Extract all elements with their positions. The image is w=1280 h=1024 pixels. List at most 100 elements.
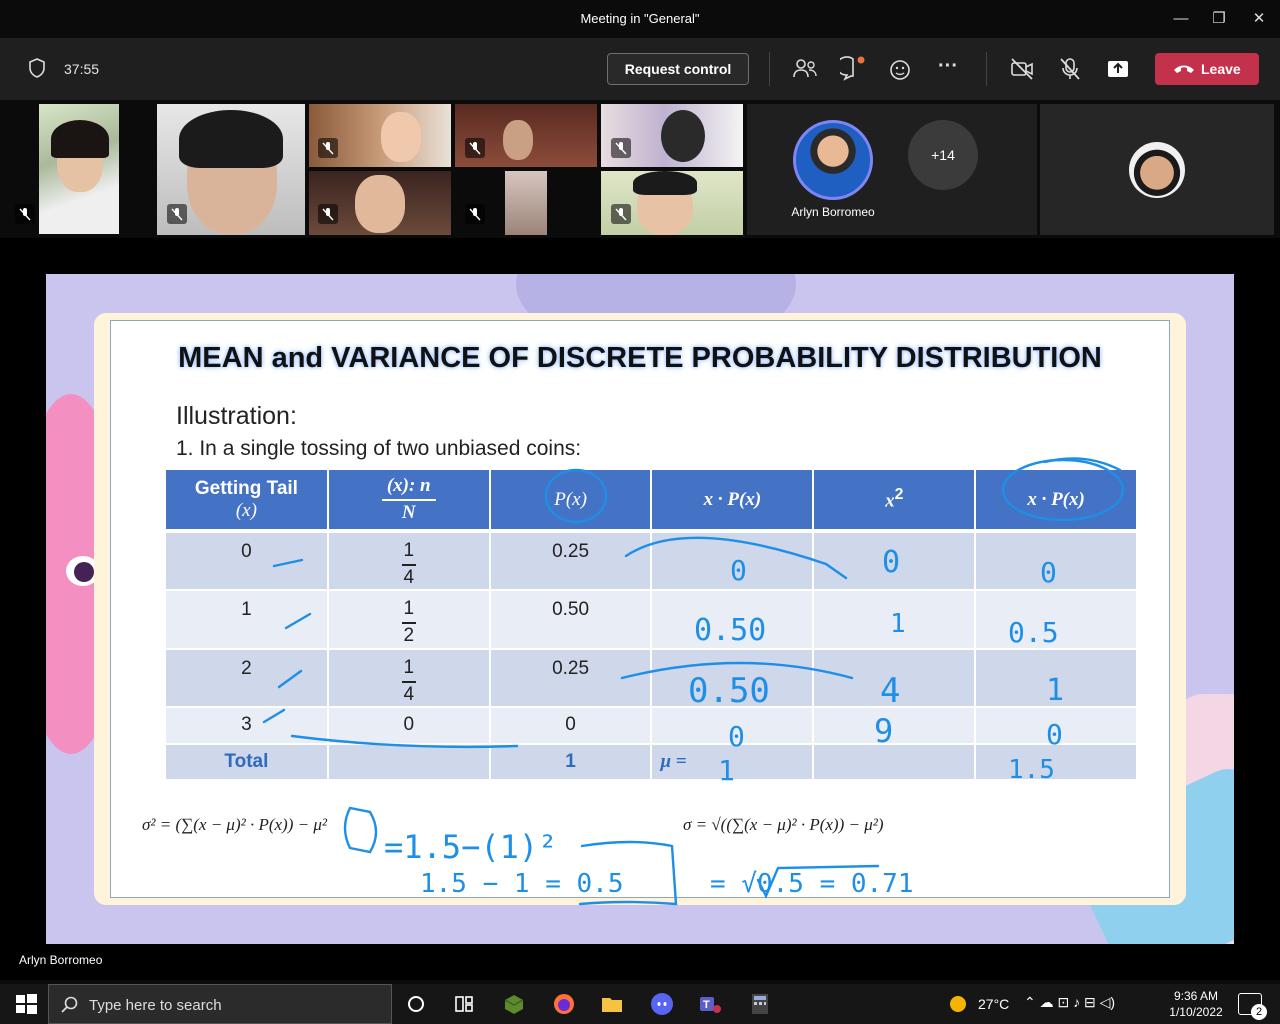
std-dev-formula: σ = √((∑(x − μ)² · P(x)) − μ²) — [683, 815, 884, 834]
total-label: Total — [166, 743, 329, 779]
probability-table: Getting Tail (x) (x): nN P(x) x · P(x) x2… — [166, 470, 1138, 779]
restore-icon[interactable]: ❐ — [1208, 9, 1230, 29]
muted-mic-icon — [465, 204, 485, 224]
muted-mic-icon — [318, 204, 338, 224]
meeting-toolbar: 37:55 Request control ··· Leave — [0, 38, 1280, 100]
table-row: 1 12 0.50 — [166, 589, 1138, 649]
reactions-icon[interactable] — [888, 56, 914, 82]
cell-x2px — [975, 589, 1138, 649]
people-icon[interactable] — [792, 56, 818, 82]
muted-mic-icon — [611, 204, 631, 224]
more-participants-badge[interactable]: +14 — [908, 120, 978, 190]
cortana-icon[interactable] — [404, 992, 428, 1016]
cell-empty — [975, 743, 1138, 779]
file-explorer-icon[interactable] — [600, 992, 624, 1016]
participant-hair — [633, 171, 697, 195]
muted-mic-icon — [15, 204, 35, 224]
table-row: 0 14 0.25 — [166, 529, 1138, 590]
cell-fraction: 12 — [327, 589, 491, 649]
cell-x2 — [813, 706, 977, 744]
weather-icon[interactable] — [946, 992, 970, 1016]
table-row: 3 0 0 — [166, 706, 1138, 744]
participant-tile[interactable] — [1040, 104, 1274, 235]
participant-video-tile[interactable] — [39, 104, 119, 234]
participant-tile-presenter[interactable]: Arlyn Borromeo +14 — [747, 104, 1037, 235]
cell-x2 — [813, 589, 977, 649]
minecraft-icon[interactable] — [502, 992, 526, 1016]
table-total-row: Total 1 μ = — [166, 743, 1138, 779]
cell-x2 — [813, 529, 977, 590]
cell-x: 1 — [166, 589, 329, 649]
taskbar-search-box[interactable]: Type here to search — [48, 984, 392, 1024]
calculator-icon[interactable] — [748, 992, 772, 1016]
participant-gallery: Arlyn Borromeo +14 — [0, 100, 1280, 238]
cell-px: 0 — [489, 706, 653, 744]
discord-icon[interactable] — [650, 992, 674, 1016]
presenter-name-label: Arlyn Borromeo — [791, 205, 875, 219]
svg-text:T: T — [703, 999, 710, 1011]
toolbar-divider — [769, 52, 770, 86]
total-px: 1 — [489, 743, 653, 779]
search-placeholder: Type here to search — [89, 997, 222, 1014]
participant-face — [503, 120, 533, 160]
participant-video-tile[interactable] — [505, 171, 547, 235]
toolbar-divider — [986, 52, 987, 86]
participant-face — [355, 175, 405, 233]
muted-mic-icon — [611, 138, 631, 158]
col-x2: x2 — [813, 470, 977, 531]
cell-x: 3 — [166, 706, 329, 744]
cell-fraction: 0 — [327, 706, 491, 744]
participant-video-tile[interactable] — [309, 171, 451, 235]
col-px: P(x) — [489, 470, 653, 531]
windows-start-icon[interactable] — [14, 992, 38, 1016]
cell-fraction: 14 — [327, 648, 491, 707]
cell-x2px — [975, 706, 1138, 744]
muted-mic-icon — [167, 204, 187, 224]
task-view-icon[interactable] — [452, 992, 476, 1016]
variance-formula: σ² = (∑(x − μ)² · P(x)) − μ² — [142, 815, 327, 834]
hang-up-icon — [1174, 65, 1194, 73]
cell-px: 0.25 — [489, 529, 653, 590]
presenter-label: Arlyn Borromeo — [19, 953, 103, 967]
minimize-icon[interactable]: — — [1170, 9, 1192, 29]
search-icon — [61, 996, 78, 1013]
col-xn: (x): nN — [327, 470, 491, 531]
slide-subtitle: Illustration: — [176, 402, 297, 430]
chat-icon[interactable] — [840, 56, 866, 82]
system-tray-icons[interactable]: ⌃ ☁ ⊡ ♪ ⊟ ◁) — [1024, 994, 1115, 1011]
cell-empty — [813, 743, 977, 779]
cell-empty — [327, 743, 491, 779]
notifications-icon[interactable]: 2 — [1238, 993, 1267, 1020]
avatar — [1129, 142, 1185, 198]
mic-off-icon[interactable] — [1057, 56, 1083, 82]
cell-x2px — [975, 648, 1138, 707]
window-title: Meeting in "General" — [580, 11, 700, 26]
shield-icon — [29, 58, 45, 78]
col-xpx: x · P(x) — [651, 470, 815, 531]
share-tray-icon[interactable] — [1105, 56, 1131, 82]
cell-xpx — [651, 706, 815, 744]
camera-off-icon[interactable] — [1009, 56, 1035, 82]
slide-title: MEAN and VARIANCE OF DISCRETE PROBABILIT… — [178, 342, 1102, 374]
participant-video-tile[interactable] — [601, 171, 743, 235]
taskbar-clock[interactable]: 9:36 AM 1/10/2022 — [1166, 988, 1226, 1020]
close-icon[interactable]: ✕ — [1248, 9, 1270, 29]
request-control-button[interactable]: Request control — [607, 53, 749, 85]
notification-count: 2 — [1251, 1004, 1267, 1020]
teams-icon[interactable]: T — [698, 992, 722, 1016]
cell-x2px — [975, 529, 1138, 590]
slide-question: 1. In a single tossing of two unbiased c… — [176, 437, 582, 460]
weather-temperature[interactable]: 27°C — [978, 996, 1009, 1012]
cell-fraction: 14 — [327, 529, 491, 590]
muted-mic-icon — [318, 138, 338, 158]
clock-time: 9:36 AM — [1173, 989, 1219, 1003]
windows-taskbar: Type here to search T 27°C ⌃ ☁ ⊡ ♪ ⊟ ◁) … — [0, 984, 1280, 1024]
participant-face — [381, 112, 421, 162]
col-x2px: x · P(x) — [975, 470, 1138, 531]
table-row: 2 14 0.25 — [166, 648, 1138, 707]
more-options-icon[interactable]: ··· — [938, 56, 964, 82]
cell-px: 0.50 — [489, 589, 653, 649]
firefox-icon[interactable] — [552, 992, 576, 1016]
participant-hair — [661, 110, 705, 162]
leave-button[interactable]: Leave — [1155, 53, 1259, 85]
